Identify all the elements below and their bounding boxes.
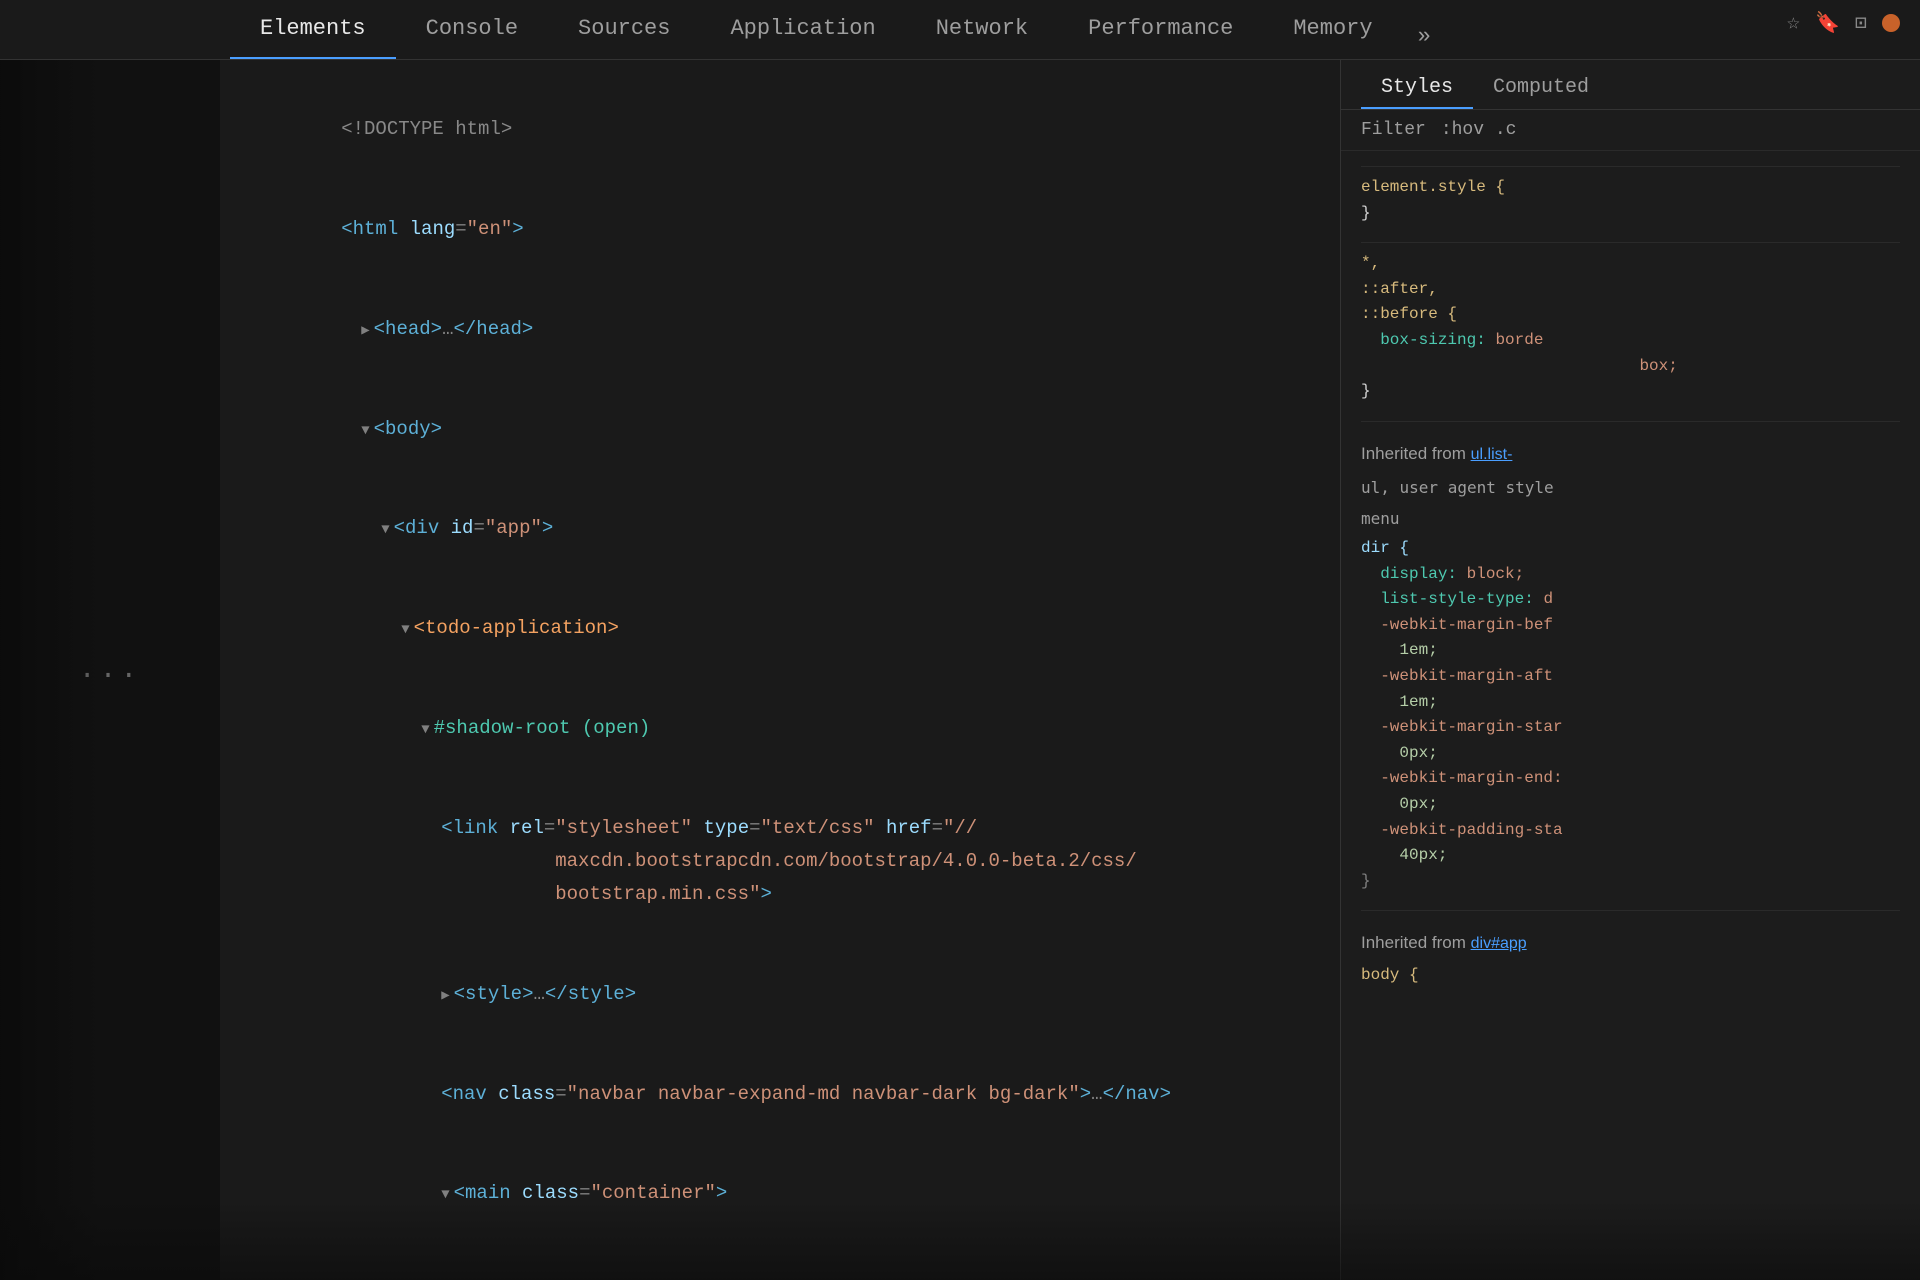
- dir-selector: dir {: [1361, 539, 1409, 557]
- tab-sources[interactable]: Sources: [548, 0, 700, 59]
- filter-options: :hov .c: [1441, 120, 1517, 140]
- html-line-main[interactable]: ▼<main class="container">: [250, 1144, 1310, 1244]
- filter-label: Filter: [1361, 120, 1426, 140]
- html-line-head[interactable]: ▶<head>…</head>: [250, 280, 1310, 380]
- element-style-selector: element.style {: [1361, 178, 1505, 196]
- html-line-doctype: <!DOCTYPE html>: [250, 80, 1310, 180]
- inherited-link-2[interactable]: div#app: [1471, 935, 1527, 952]
- body-selector: body {: [1361, 966, 1419, 984]
- inherited-header-1: Inherited from ul.list-: [1361, 440, 1900, 469]
- html-line-todo-app[interactable]: ▼<todo-application>: [250, 579, 1310, 679]
- boxsizing-val: borde: [1495, 331, 1543, 349]
- tab-performance[interactable]: Performance: [1058, 0, 1263, 59]
- dir-closing: }: [1361, 872, 1371, 890]
- screen-icon[interactable]: ⊡: [1855, 10, 1867, 36]
- styles-tab-bar: Styles Computed: [1341, 60, 1920, 110]
- styles-content: element.style { } *, ::after, ::before {…: [1341, 151, 1920, 1280]
- webkit-margin-star: -webkit-margin-star: [1380, 718, 1562, 736]
- inherited-section-1: Inherited from ul.list- ul, user agent s…: [1361, 421, 1900, 895]
- html-line-html: <html lang="en">: [250, 180, 1310, 280]
- devtools-tab-bar: Elements Console Sources Application Net…: [0, 0, 1920, 60]
- inherited-link-1[interactable]: ul.list-: [1471, 446, 1513, 463]
- dir-rule: dir { display: block; list-style-type: d…: [1361, 536, 1900, 894]
- computed-tab-label: Computed: [1493, 76, 1589, 99]
- window-controls: ☆ 🔖 ⊡: [1787, 10, 1900, 36]
- html-line-todo-form[interactable]: ▼<todo-form>: [250, 1244, 1310, 1280]
- boxsizing-prop: box-sizing:: [1380, 331, 1486, 349]
- tab-elements[interactable]: Elements: [230, 0, 396, 59]
- inherited-header-2: Inherited from div#app: [1361, 929, 1900, 958]
- after-selector: ::after,: [1361, 280, 1438, 298]
- styles-tab-label: Styles: [1381, 76, 1453, 99]
- menu-text: menu: [1361, 505, 1900, 532]
- star-icon[interactable]: ☆: [1787, 10, 1800, 36]
- html-line-style1[interactable]: ▶<style>…</style>: [250, 945, 1310, 1045]
- main-content: ... <!DOCTYPE html> <html lang="en"> ▶<h…: [0, 60, 1920, 1280]
- html-line-nav[interactable]: <nav class="navbar navbar-expand-md navb…: [250, 1044, 1310, 1144]
- tab-more[interactable]: »: [1403, 14, 1446, 59]
- tab-application[interactable]: Application: [700, 0, 905, 59]
- display-val: block;: [1467, 565, 1525, 583]
- ua-style-comment: ul, user agent style: [1361, 474, 1900, 501]
- universal-rule: *, ::after, ::before { box-sizing: borde…: [1361, 251, 1900, 405]
- val-1em-2: 1em;: [1399, 693, 1437, 711]
- tab-styles[interactable]: Styles: [1361, 68, 1473, 109]
- display-prop: display:: [1380, 565, 1457, 583]
- body-rule: body {: [1361, 963, 1900, 989]
- tab-console[interactable]: Console: [396, 0, 548, 59]
- tab-console-label: Console: [426, 16, 518, 41]
- tab-performance-label: Performance: [1088, 16, 1233, 41]
- tab-network[interactable]: Network: [906, 0, 1058, 59]
- tab-memory[interactable]: Memory: [1263, 0, 1402, 59]
- html-tree-panel[interactable]: <!DOCTYPE html> <html lang="en"> ▶<head>…: [220, 60, 1340, 1280]
- sidebar-dots-label: ...: [79, 655, 141, 686]
- boxsizing-val2: box;: [1639, 357, 1677, 375]
- inherited-section-2: Inherited from div#app body {: [1361, 910, 1900, 988]
- styles-panel: Styles Computed Filter :hov .c element.s…: [1340, 60, 1920, 1280]
- tab-elements-label: Elements: [260, 16, 366, 41]
- webkit-margin-end: -webkit-margin-end:: [1380, 769, 1562, 787]
- tab-memory-label: Memory: [1293, 16, 1372, 41]
- list-style-val: d: [1543, 590, 1553, 608]
- val-0px-1: 0px;: [1399, 744, 1437, 762]
- universal-rule-section: *, ::after, ::before { box-sizing: borde…: [1361, 242, 1900, 405]
- element-style-rule: element.style { }: [1361, 175, 1900, 226]
- sidebar-panel: ...: [0, 60, 220, 1280]
- val-40px: 40px;: [1399, 846, 1447, 864]
- devtools-window: Elements Console Sources Application Net…: [0, 0, 1920, 1280]
- bookmark-icon[interactable]: 🔖: [1815, 10, 1840, 36]
- html-line-shadow[interactable]: ▼#shadow-root (open): [250, 679, 1310, 779]
- html-line-link: <link rel="stylesheet" type="text/css" h…: [250, 778, 1310, 944]
- val-0px-2: 0px;: [1399, 795, 1437, 813]
- webkit-margin-aft: -webkit-margin-aft: [1380, 667, 1553, 685]
- tab-application-label: Application: [730, 16, 875, 41]
- ext-icon: [1882, 14, 1900, 32]
- tab-network-label: Network: [936, 16, 1028, 41]
- webkit-margin-bef: -webkit-margin-bef: [1380, 616, 1553, 634]
- tab-sources-label: Sources: [578, 16, 670, 41]
- element-style-closing: }: [1361, 204, 1371, 222]
- styles-filter-bar: Filter :hov .c: [1341, 110, 1920, 151]
- tab-computed[interactable]: Computed: [1473, 68, 1609, 109]
- before-selector: ::before {: [1361, 305, 1457, 323]
- html-line-body[interactable]: ▼<body>: [250, 379, 1310, 479]
- element-style-section: element.style { }: [1361, 166, 1900, 226]
- list-style-prop: list-style-type:: [1380, 590, 1534, 608]
- html-line-div-app[interactable]: ▼<div id="app">: [250, 479, 1310, 579]
- webkit-padding-sta: -webkit-padding-sta: [1380, 821, 1562, 839]
- universal-closing: }: [1361, 382, 1371, 400]
- val-1em-1: 1em;: [1399, 641, 1437, 659]
- universal-selector: *,: [1361, 254, 1380, 272]
